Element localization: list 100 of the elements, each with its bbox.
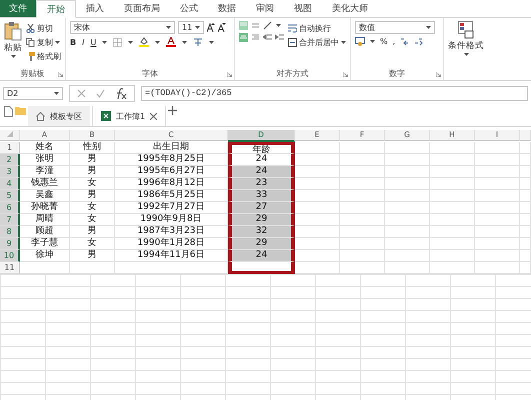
table-cell (475, 226, 520, 238)
enter-icon[interactable] (96, 88, 105, 98)
wrap-text-button[interactable]: 自动换行 (288, 23, 346, 34)
table-cell: 1986年5月25日 (115, 190, 228, 202)
format-painter-button[interactable]: 格式刷 (26, 51, 61, 62)
row-header[interactable]: 8 (0, 226, 20, 238)
cancel-icon[interactable] (77, 88, 86, 98)
font-size-field[interactable]: 11 (178, 21, 204, 34)
dialog-launcher-icon[interactable] (436, 72, 441, 77)
insert-function-icon[interactable] (115, 88, 127, 98)
table-cell (385, 226, 430, 238)
group-label: 数字 (388, 68, 406, 80)
table-cell: 27 (228, 202, 295, 214)
table-cell: 张明 (20, 154, 70, 166)
table-cell (340, 262, 385, 274)
row-header[interactable]: 10 (0, 250, 20, 262)
table-cell: 李子慧 (20, 238, 70, 250)
table-cell: 女 (70, 202, 115, 214)
name-box[interactable]: D2 (3, 86, 63, 100)
merge-center-button[interactable]: 合并后居中 (288, 37, 346, 48)
row-header[interactable]: 6 (0, 202, 20, 214)
row-header[interactable]: 4 (0, 178, 20, 190)
currency-icon[interactable] (355, 37, 365, 46)
table-cell (430, 154, 475, 166)
percent-button[interactable]: % (380, 37, 388, 46)
row-header[interactable]: 9 (0, 238, 20, 250)
ribbon-tab[interactable]: 美化大师 (322, 0, 378, 17)
grow-font-icon[interactable] (207, 23, 215, 32)
align-middle-icon[interactable] (251, 21, 260, 30)
increase-indent-icon[interactable] (275, 33, 284, 42)
close-icon[interactable] (150, 112, 158, 120)
table-cell (295, 250, 340, 262)
row-header[interactable]: 11 (0, 262, 20, 274)
formula-field[interactable]: =(TODAY()-C2)/365 (141, 86, 528, 100)
ribbon-tab[interactable]: 页面布局 (114, 0, 170, 17)
table-cell: 1990年9月8日 (115, 214, 228, 226)
cut-button[interactable]: 剪切 (26, 23, 61, 34)
table-cell: 33 (228, 190, 295, 202)
increase-decimal-icon[interactable] (400, 37, 410, 46)
shrink-font-icon[interactable] (218, 23, 226, 32)
ribbon-tab[interactable]: 数据 (208, 0, 246, 17)
table-cell: 男 (70, 154, 115, 166)
font-family-field[interactable]: 宋体 (70, 21, 175, 34)
bold-button[interactable]: B (70, 38, 76, 46)
row-header[interactable]: 7 (0, 214, 20, 226)
row-header[interactable]: 2 (0, 154, 20, 166)
table-cell: 1995年8月25日 (115, 154, 228, 166)
comma-button[interactable]: , (392, 37, 396, 46)
font-color-icon[interactable] (166, 37, 176, 47)
ribbon-tab[interactable]: 插入 (76, 0, 114, 17)
ribbon-tab[interactable]: 开始 (36, 0, 76, 18)
caret-icon (195, 26, 200, 29)
table-cell (340, 154, 385, 166)
fill-color-icon[interactable] (139, 37, 150, 47)
add-tab-icon[interactable] (168, 106, 178, 115)
ribbon-tab[interactable]: 审阅 (246, 0, 284, 17)
orientation-icon[interactable] (263, 21, 273, 30)
table-cell (430, 238, 475, 250)
table-cell (475, 166, 520, 178)
caret-icon (102, 40, 108, 44)
table-cell: 出生日期 (115, 142, 228, 154)
conditional-format-button[interactable]: 条件格式 (448, 21, 484, 80)
table-cell (520, 190, 531, 202)
decrease-decimal-icon[interactable] (414, 37, 424, 46)
table-cell (295, 262, 340, 274)
paste-button[interactable]: 粘贴 (4, 21, 22, 68)
border-icon[interactable] (113, 38, 122, 46)
align-right-icon[interactable] (251, 33, 260, 42)
dialog-launcher-icon[interactable] (343, 72, 348, 77)
dialog-launcher-icon[interactable] (227, 72, 232, 77)
file-menu-tab[interactable]: 文件 (0, 0, 36, 17)
underline-button[interactable]: U (90, 38, 96, 46)
copy-button[interactable]: 复制 (26, 37, 61, 48)
table-cell (520, 154, 531, 166)
row-header[interactable]: 1 (0, 142, 20, 154)
table-cell: 女 (70, 238, 115, 250)
document-tab[interactable]: 模板专区 (28, 106, 90, 126)
ribbon-tab[interactable]: 视图 (284, 0, 322, 17)
table-cell: 29 (228, 238, 295, 250)
table-cell: 李潼 (20, 166, 70, 178)
new-file-icon[interactable] (4, 106, 13, 117)
number-format-field[interactable]: 数值 (355, 21, 435, 34)
document-tab[interactable]: 工作簿1 (92, 106, 166, 126)
align-center-icon[interactable] (239, 33, 248, 42)
dialog-launcher-icon[interactable] (58, 72, 63, 77)
caret-icon (464, 53, 468, 56)
table-cell: 1987年3月23日 (115, 226, 228, 238)
table-cell: 23 (228, 178, 295, 190)
table-cell (475, 214, 520, 226)
row-header[interactable]: 5 (0, 190, 20, 202)
caret-icon (182, 40, 188, 44)
phonetic-icon[interactable] (193, 37, 204, 47)
table-cell (475, 202, 520, 214)
row-header[interactable]: 3 (0, 166, 20, 178)
table-cell (430, 262, 475, 274)
ribbon-tab[interactable]: 公式 (170, 0, 208, 17)
italic-button[interactable]: I (82, 38, 84, 46)
decrease-indent-icon[interactable] (263, 33, 272, 42)
table-cell: 男 (70, 250, 115, 262)
table-cell (475, 142, 520, 154)
